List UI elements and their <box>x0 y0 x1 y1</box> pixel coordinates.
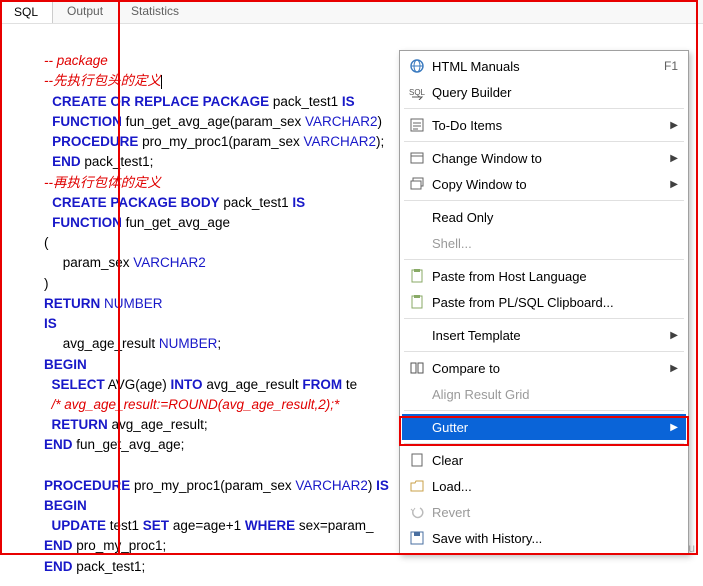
tab-statistics[interactable]: Statistics <box>117 0 193 23</box>
save-icon <box>406 530 428 546</box>
tab-sql[interactable]: SQL <box>0 0 53 23</box>
globe-icon <box>406 58 428 74</box>
revert-icon <box>406 504 428 520</box>
menu-paste-host[interactable]: Paste from Host Language <box>402 263 686 289</box>
checklist-icon <box>406 117 428 133</box>
menu-clear[interactable]: Clear <box>402 447 686 473</box>
menu-todo-items[interactable]: To-Do Items▶ <box>402 112 686 138</box>
open-icon <box>406 478 428 494</box>
menu-query-builder[interactable]: SQL Query Builder <box>402 79 686 105</box>
menu-compare-to[interactable]: Compare to▶ <box>402 355 686 381</box>
tab-output[interactable]: Output <box>53 0 117 23</box>
sql-icon: SQL <box>406 84 428 100</box>
tab-bar: SQL Output Statistics <box>0 0 703 24</box>
menu-change-window[interactable]: Change Window to▶ <box>402 145 686 171</box>
clipboard-icon <box>406 268 428 284</box>
windows-icon <box>406 176 428 192</box>
window-icon <box>406 150 428 166</box>
svg-text:SQL: SQL <box>409 88 425 97</box>
menu-align-grid: Align Result Grid <box>402 381 686 407</box>
menu-revert: Revert <box>402 499 686 525</box>
menu-read-only[interactable]: Read Only <box>402 204 686 230</box>
menu-load[interactable]: Load... <box>402 473 686 499</box>
menu-insert-template[interactable]: Insert Template▶ <box>402 322 686 348</box>
compare-icon <box>406 360 428 376</box>
context-menu: HTML ManualsF1 SQL Query Builder To-Do I… <box>399 50 689 554</box>
menu-save-history[interactable]: Save with History... <box>402 525 686 551</box>
menu-paste-plsql[interactable]: Paste from PL/SQL Clipboard... <box>402 289 686 315</box>
clipboard-icon <box>406 294 428 310</box>
menu-html-manuals[interactable]: HTML ManualsF1 <box>402 53 686 79</box>
page-icon <box>406 452 428 468</box>
menu-copy-window[interactable]: Copy Window to▶ <box>402 171 686 197</box>
menu-shell[interactable]: Shell... <box>402 230 686 256</box>
menu-gutter[interactable]: Gutter▶ <box>402 414 686 440</box>
